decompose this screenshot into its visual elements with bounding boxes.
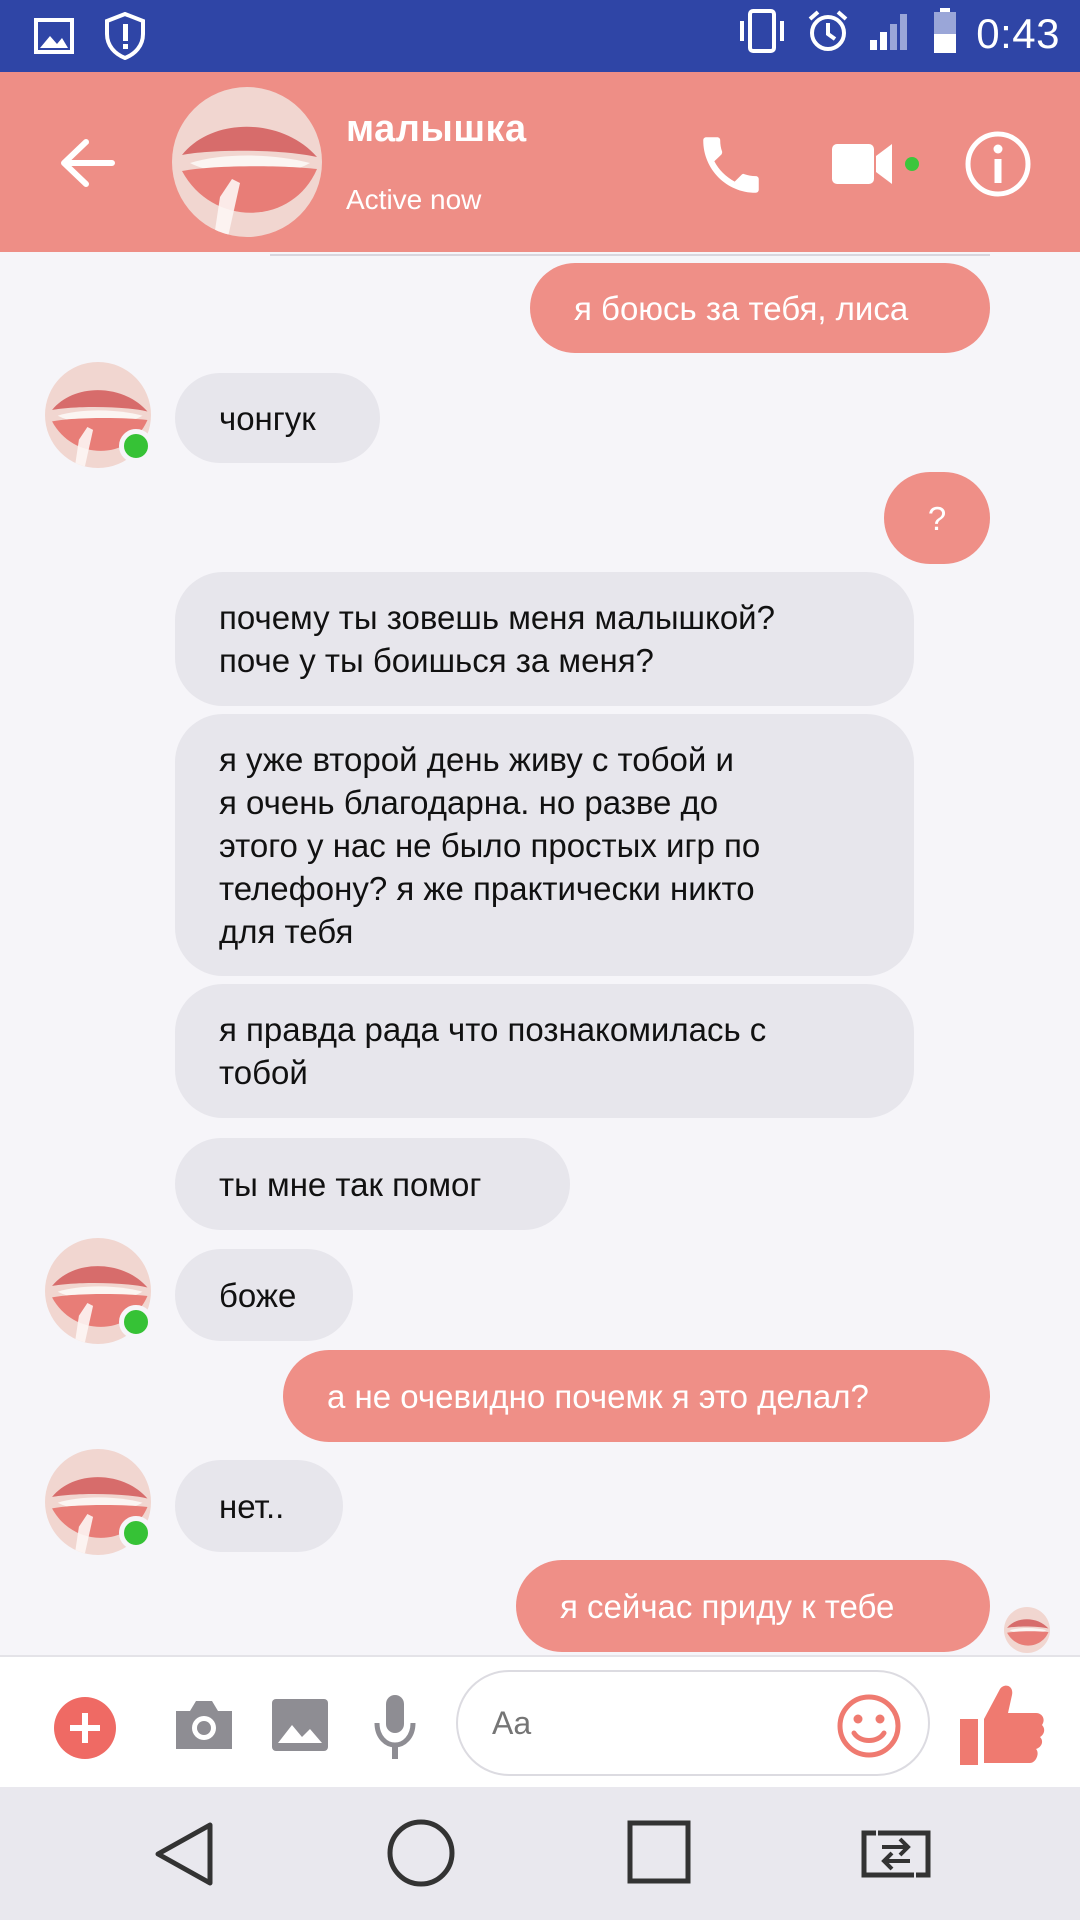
image-icon	[34, 16, 74, 61]
message-text: чонгук	[219, 399, 316, 437]
nav-switch-icon[interactable]	[856, 1823, 936, 1885]
info-icon[interactable]	[962, 128, 1034, 200]
video-camera-icon[interactable]	[830, 134, 906, 196]
nav-home-icon[interactable]	[385, 1817, 457, 1889]
seen-avatar	[1004, 1607, 1050, 1653]
message-bubble-received[interactable]: боже	[175, 1249, 353, 1341]
contact-avatar[interactable]	[172, 87, 322, 237]
microphone-icon[interactable]	[372, 1693, 418, 1761]
message-text: я уже второй день живу с тобой и	[219, 740, 734, 778]
camera-icon[interactable]	[172, 1697, 236, 1753]
message-text: тобой	[219, 1054, 308, 1091]
message-text: я правда рада что познакомилась с	[219, 1011, 767, 1048]
message-bubble-received[interactable]: почему ты зовешь меня малышкой? поче у т…	[175, 572, 914, 706]
message-text: нет..	[219, 1487, 285, 1525]
online-indicator	[119, 1516, 153, 1550]
message-bubble-sent[interactable]: я боюсь за тебя, лиса	[530, 263, 990, 353]
battery-icon	[932, 8, 958, 59]
online-indicator	[119, 1305, 153, 1339]
clock: 0:43	[976, 9, 1060, 57]
status-bar: 0:43	[0, 0, 1080, 72]
thumbs-up-icon[interactable]	[956, 1679, 1046, 1769]
plus-icon[interactable]	[54, 1697, 116, 1759]
message-text: а не очевидно почемк я это делал?	[327, 1377, 869, 1415]
contact-name: малышка	[346, 108, 527, 150]
message-bubble-received[interactable]: я правда рада что познакомилась с тобой	[175, 984, 914, 1118]
message-bubble-sent[interactable]: ?	[884, 472, 990, 564]
conversation-header: малышка Active now	[0, 72, 1080, 252]
image-icon[interactable]	[270, 1695, 330, 1755]
online-indicator	[905, 157, 919, 171]
signal-icon	[868, 10, 914, 57]
back-arrow-icon[interactable]	[52, 128, 122, 198]
message-text: я очень благодарна. но разве до	[219, 783, 719, 821]
phone-icon[interactable]	[694, 128, 768, 202]
online-indicator	[119, 429, 153, 463]
alarm-icon	[806, 9, 850, 58]
message-bubble-sent[interactable]: я сейчас приду к тебе	[516, 1560, 990, 1652]
nav-back-icon[interactable]	[150, 1819, 220, 1889]
divider	[270, 254, 990, 256]
message-text: для тебя	[219, 912, 354, 950]
message-text: я боюсь за тебя, лиса	[574, 289, 909, 327]
message-text: я сейчас приду к тебе	[560, 1587, 895, 1625]
shield-alert-icon	[104, 11, 146, 65]
message-text: боже	[219, 1276, 297, 1314]
message-text: телефону? я же практически никто	[219, 869, 755, 907]
message-composer	[0, 1655, 1080, 1787]
contact-status: Active now	[346, 184, 482, 215]
message-bubble-received[interactable]: ты мне так помог	[175, 1138, 570, 1230]
message-bubble-sent[interactable]: а не очевидно почемк я это делал?	[283, 1350, 990, 1442]
message-bubble-received[interactable]: нет..	[175, 1460, 343, 1552]
vibrate-icon	[736, 9, 788, 58]
message-text: ты мне так помог	[219, 1165, 482, 1203]
message-bubble-received[interactable]: я уже второй день живу с тобой и я очень…	[175, 714, 914, 976]
system-nav-bar	[0, 1787, 1080, 1920]
message-text: поче у ты боишься за меня?	[219, 642, 654, 679]
messenger-app: 0:43 малышка Active now я боюсь за тебя,…	[0, 0, 1080, 1920]
message-text: ?	[927, 499, 947, 537]
message-text: почему ты зовешь меня малышкой?	[219, 599, 775, 636]
emoji-icon[interactable]	[836, 1693, 902, 1759]
message-bubble-received[interactable]: чонгук	[175, 373, 380, 463]
nav-recents-icon[interactable]	[626, 1819, 692, 1885]
message-text: этого у нас не было простых игр по	[219, 826, 761, 864]
